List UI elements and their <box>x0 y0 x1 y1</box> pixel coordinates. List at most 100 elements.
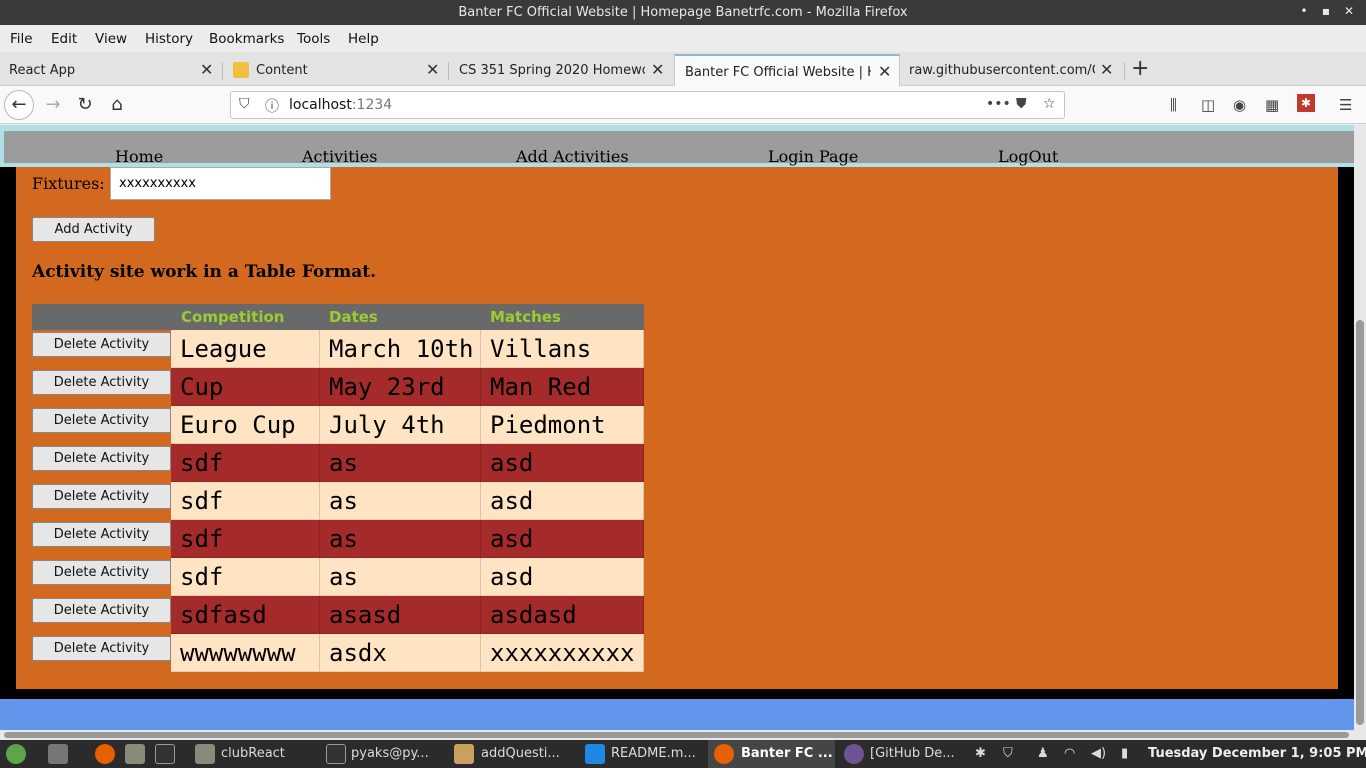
volume-icon[interactable]: ◀) <box>1091 746 1106 761</box>
nav-activities-link[interactable]: Activities <box>302 147 377 166</box>
wifi-icon[interactable]: ◠ <box>1064 746 1075 761</box>
home-icon[interactable]: ⌂ <box>103 91 131 119</box>
shield-tray-icon[interactable]: ⛉ <box>1003 746 1013 761</box>
delete-activity-button[interactable]: Delete Activity <box>32 370 171 395</box>
url-text[interactable]: localhost:1234 <box>289 97 392 113</box>
maximize-button[interactable]: ▪ <box>1319 4 1333 20</box>
delete-activity-button[interactable]: Delete Activity <box>32 598 171 623</box>
close-tab-icon[interactable]: ✕ <box>651 60 664 79</box>
cell-competition: sdfasd <box>171 596 320 634</box>
menu-help[interactable]: Help <box>348 31 379 47</box>
add-activity-button[interactable]: Add Activity <box>32 217 155 242</box>
extension-icon[interactable]: ▦ <box>1265 96 1279 114</box>
nav-login-link[interactable]: Login Page <box>768 147 858 166</box>
task-terminal[interactable]: pyaks@py... <box>351 746 429 761</box>
tab-raw-github[interactable]: raw.githubusercontent.com/CS ✕ <box>900 54 1124 86</box>
tab-label: CS 351 Spring 2020 Homework <box>459 63 645 78</box>
close-window-button[interactable]: ✕ <box>1342 4 1356 20</box>
clock[interactable]: Tuesday December 1, 9:05 PM <box>1148 746 1366 761</box>
url-bar[interactable]: ⛉ ⓘ localhost:1234 ••• ⛊ ☆ <box>230 91 1065 119</box>
menu-file[interactable]: File <box>10 31 33 47</box>
folder-icon[interactable] <box>125 744 145 764</box>
cell-competition: wwwwwwww <box>171 634 320 672</box>
forward-arrow-icon[interactable]: → <box>39 91 67 119</box>
tab-label: React App <box>9 63 76 78</box>
tab-banter-fc[interactable]: Banter FC Official Website | Ho ✕ <box>674 54 900 86</box>
main-content: Fixtures: xxxxxxxxxx Add Activity Activi… <box>16 167 1338 689</box>
terminal-icon[interactable] <box>155 744 175 764</box>
site-navigation: Home Activities Add Activities Login Pag… <box>0 125 1354 167</box>
delete-activity-button[interactable]: Delete Activity <box>32 636 171 661</box>
menu-edit[interactable]: Edit <box>51 31 77 47</box>
hamburger-menu-icon[interactable]: ☰ <box>1339 96 1352 114</box>
fixtures-label: Fixtures: <box>32 174 105 193</box>
back-arrow-icon[interactable]: ← <box>4 90 34 120</box>
info-icon[interactable]: ⓘ <box>265 96 279 116</box>
tab-cs351[interactable]: CS 351 Spring 2020 Homework ✕ <box>450 54 674 86</box>
pocket-icon[interactable]: ⛊ <box>1016 96 1027 112</box>
firefox-task-icon <box>714 744 734 764</box>
table-row: Delete Activity League March 10th Villans <box>32 330 644 368</box>
close-tab-icon[interactable]: ✕ <box>878 62 891 81</box>
file-manager-icon[interactable] <box>48 744 68 764</box>
cell-match: asd <box>481 482 644 520</box>
close-tab-icon[interactable]: ✕ <box>200 60 213 79</box>
cell-match: asd <box>481 558 644 596</box>
tab-react-app[interactable]: React App ✕ <box>0 54 222 86</box>
shield-icon[interactable]: ⛉ <box>239 96 250 112</box>
menu-bookmarks[interactable]: Bookmarks <box>209 31 284 47</box>
bookmark-star-icon[interactable]: ☆ <box>1043 96 1056 112</box>
account-icon[interactable]: ◉ <box>1233 96 1246 114</box>
delete-activity-button[interactable]: Delete Activity <box>32 446 171 471</box>
url-host: localhost <box>289 97 352 113</box>
task-banter-fc[interactable]: Banter FC ... <box>741 746 833 761</box>
cell-competition: sdf <box>171 444 320 482</box>
task-addquestion[interactable]: addQuesti... <box>481 746 560 761</box>
page-actions-icon[interactable]: ••• <box>986 96 1011 112</box>
horizontal-scrollbar[interactable] <box>0 730 1366 740</box>
window-title: Banter FC Official Website | Homepage Ba… <box>458 5 908 20</box>
bluetooth-icon[interactable]: ✱ <box>975 746 986 761</box>
vertical-scrollbar[interactable] <box>1354 125 1366 730</box>
tab-content[interactable]: Content ✕ <box>224 54 448 86</box>
tab-separator <box>1124 62 1125 80</box>
task-clubreact[interactable]: clubReact <box>221 746 285 761</box>
cell-date: as <box>320 482 481 520</box>
page-viewport: Home Activities Add Activities Login Pag… <box>0 125 1354 730</box>
delete-activity-button[interactable]: Delete Activity <box>32 522 171 547</box>
delete-activity-button[interactable]: Delete Activity <box>32 408 171 433</box>
fixtures-input[interactable]: xxxxxxxxxx <box>110 167 331 200</box>
task-readme[interactable]: README.m... <box>611 746 696 761</box>
scroll-thumb[interactable] <box>1356 320 1364 725</box>
cell-match: asd <box>481 444 644 482</box>
nav-logout-link[interactable]: LogOut <box>998 147 1058 166</box>
menu-tools[interactable]: Tools <box>297 31 330 47</box>
task-github[interactable]: [GitHub De... <box>870 746 955 761</box>
menu-history[interactable]: History <box>145 31 193 47</box>
delete-activity-button[interactable]: Delete Activity <box>32 560 171 585</box>
menu-view[interactable]: View <box>95 31 127 47</box>
sidebar-icon[interactable]: ◫ <box>1201 96 1215 114</box>
mint-menu-icon[interactable] <box>6 744 26 764</box>
cell-match: Man Red <box>481 368 644 406</box>
table-row: Delete Activity sdf as asd <box>32 520 644 558</box>
delete-activity-button[interactable]: Delete Activity <box>32 332 171 357</box>
delete-activity-button[interactable]: Delete Activity <box>32 484 171 509</box>
reload-icon[interactable]: ↻ <box>71 91 99 119</box>
table-header: Competition Dates Matches <box>32 304 644 330</box>
table-row: Delete Activity sdf as asd <box>32 444 644 482</box>
cell-date: as <box>320 444 481 482</box>
close-tab-icon[interactable]: ✕ <box>1100 60 1113 79</box>
nav-add-activities-link[interactable]: Add Activities <box>516 147 629 166</box>
battery-icon[interactable]: ▮ <box>1121 746 1128 761</box>
firefox-icon[interactable] <box>95 744 115 764</box>
close-tab-icon[interactable]: ✕ <box>426 60 439 79</box>
extension-red-icon[interactable]: ✱ <box>1297 94 1315 112</box>
new-tab-icon[interactable]: + <box>1131 56 1149 81</box>
library-icon[interactable]: ⫼ <box>1170 96 1177 114</box>
nav-home-link[interactable]: Home <box>115 147 163 166</box>
table-row: Delete Activity Cup May 23rd Man Red <box>32 368 644 406</box>
user-tray-icon[interactable]: ♟ <box>1037 746 1049 761</box>
minimize-button[interactable]: • <box>1297 4 1311 20</box>
scroll-thumb[interactable] <box>4 732 1349 738</box>
